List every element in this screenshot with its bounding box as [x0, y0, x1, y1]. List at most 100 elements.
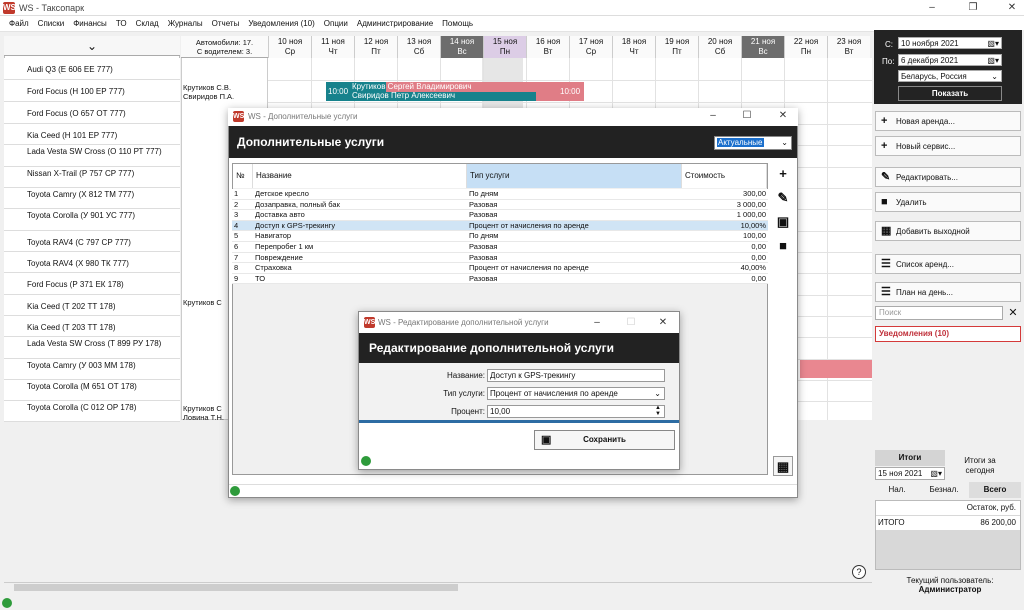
service-row[interactable]: 7 Повреждение Разовая 0,00	[232, 252, 768, 264]
date-column-header[interactable]: 11 ноя Чт	[311, 36, 354, 58]
menu-admin[interactable]: Администрирование	[357, 19, 433, 28]
date-column-header[interactable]: 14 ноя Вс	[440, 36, 483, 58]
minimize-icon[interactable]: –	[925, 2, 939, 14]
date-column-header[interactable]: 19 ноя Пт	[655, 36, 698, 58]
car-row[interactable]: Ford Focus (Н 100 ЕР 777)	[4, 80, 180, 102]
new-service-button[interactable]: + Новый сервис...	[875, 136, 1021, 156]
calendar-icon[interactable]: ▧▾	[930, 468, 942, 479]
service-row[interactable]: 1 Детское кресло По дням 300,00	[232, 189, 768, 200]
scrollbar-thumb[interactable]	[14, 584, 458, 591]
rental-list-button[interactable]: ☰ Список аренд...	[875, 254, 1021, 274]
close-icon[interactable]: ✕	[776, 110, 790, 122]
date-column-header[interactable]: 13 ноя Сб	[397, 36, 440, 58]
delete-button[interactable]: ■ Удалить	[875, 192, 1021, 212]
service-row[interactable]: 9 ТО Разовая 0,00	[232, 273, 768, 285]
car-row[interactable]: Toyota Corolla (У 901 УС 777)	[4, 209, 180, 231]
car-row[interactable]: Toyota Camry (Х 812 ТМ 777)	[4, 188, 180, 209]
tab-cash[interactable]: Нал.	[875, 482, 919, 498]
menu-journals[interactable]: Журналы	[168, 19, 203, 28]
show-button[interactable]: Показать	[898, 86, 1002, 101]
date-column-header[interactable]: 17 ноя Ср	[569, 36, 612, 58]
menu-help[interactable]: Помощь	[442, 19, 473, 28]
day-plan-button[interactable]: ☰ План на день...	[875, 282, 1021, 302]
region-select[interactable]: Беларусь, Россия ⌄	[898, 70, 1002, 82]
car-row[interactable]: Toyota Corolla (С 012 ОР 178)	[4, 401, 180, 422]
car-row[interactable]: Lada Vesta SW Cross (Т 899 РУ 178)	[4, 337, 180, 359]
search-input[interactable]: Поиск	[875, 306, 1003, 320]
col-num[interactable]: №	[233, 164, 253, 188]
add-icon[interactable]: +	[773, 164, 793, 184]
close-icon[interactable]: ✕	[656, 317, 670, 329]
col-name[interactable]: Название	[253, 164, 467, 188]
collapse-button[interactable]: ⌄	[4, 36, 180, 56]
help-icon[interactable]: ?	[852, 565, 866, 579]
menu-to[interactable]: ТО	[116, 19, 127, 28]
service-row[interactable]: 4 Доступ к GPS-трекингу Процент от начисле…	[232, 220, 768, 232]
filter-select[interactable]: Актуальные ⌄	[714, 136, 792, 150]
totals-today-link[interactable]: Итоги за сегодня	[950, 456, 1010, 476]
service-row[interactable]: 3 Доставка авто Разовая 1 000,00	[232, 210, 768, 221]
car-row[interactable]: Nissan X-Trail (Р 757 СР 777)	[4, 167, 180, 188]
service-row[interactable]: 5 Навигатор По дням 100,00	[232, 231, 768, 242]
excel-export-icon[interactable]: ▦	[773, 456, 793, 476]
name-field[interactable]: Доступ к GPS-трекингу	[487, 369, 665, 382]
add-day-off-button[interactable]: ▦ Добавить выходной	[875, 221, 1021, 241]
service-row[interactable]: 8 Страховка Процент от начисления по аренд…	[232, 263, 768, 274]
car-row[interactable]: Kia Ceed (Т 203 ТТ 178)	[4, 316, 180, 337]
car-row[interactable]: Lada Vesta SW Cross (О 110 РТ 777)	[4, 145, 180, 167]
menu-warehouse[interactable]: Склад	[136, 19, 159, 28]
stepper-icon[interactable]: ▲ ▼	[655, 405, 661, 417]
car-row[interactable]: Kia Ceed (Н 101 ЕР 777)	[4, 124, 180, 145]
percent-field[interactable]: 10,00 ▲ ▼	[487, 405, 665, 418]
car-row[interactable]: Toyota Camry (У 003 ММ 178)	[4, 359, 180, 380]
car-row[interactable]: Toyota Corolla (М 651 ОТ 178)	[4, 380, 180, 401]
menu-options[interactable]: Опции	[324, 19, 348, 28]
calendar-icon[interactable]: ▧▾	[987, 55, 999, 66]
notifications-link[interactable]: Уведомления (10)	[875, 326, 1021, 342]
restore-icon[interactable]: ❐	[966, 2, 980, 14]
archive-icon[interactable]: ▣	[773, 212, 793, 232]
to-date-field[interactable]: 6 декабря 2021 ▧▾	[898, 54, 1002, 66]
close-icon[interactable]: ✕	[1005, 2, 1019, 14]
edit-button[interactable]: ✎ Редактировать...	[875, 167, 1021, 187]
from-date-field[interactable]: 10 ноября 2021 ▧▾	[898, 37, 1002, 49]
service-row[interactable]: 6 Перепробег 1 км Разовая 0,00	[232, 242, 768, 253]
car-row[interactable]: Toyota RAV4 (Х 980 ТК 777)	[4, 252, 180, 273]
minimize-icon[interactable]: –	[590, 317, 604, 329]
totals-date-field[interactable]: 15 ноя 2021 ▧▾	[875, 467, 945, 480]
type-select[interactable]: Процент от начисления по аренде ⌄	[487, 387, 665, 400]
date-column-header[interactable]: 23 ноя Вт	[827, 36, 870, 58]
calendar-icon[interactable]: ▧▾	[987, 38, 999, 49]
car-row[interactable]: Ford Focus (О 657 ОТ 777)	[4, 102, 180, 124]
col-type[interactable]: Тип услуги	[467, 164, 682, 188]
clear-search-icon[interactable]: ✕	[1006, 306, 1020, 320]
tab-total[interactable]: Всего	[969, 482, 1021, 498]
trash-icon[interactable]: ■	[773, 236, 793, 256]
new-rental-button[interactable]: + Новая аренда...	[875, 111, 1021, 131]
car-row[interactable]: Ford Focus (Р 371 ЕК 178)	[4, 273, 180, 295]
booking-bar-2[interactable]	[800, 360, 872, 378]
date-column-header[interactable]: 16 ноя Вт	[526, 36, 569, 58]
menu-file[interactable]: Файл	[9, 19, 29, 28]
date-column-header[interactable]: 18 ноя Чт	[612, 36, 655, 58]
menu-reports[interactable]: Отчеты	[212, 19, 240, 28]
menu-finance[interactable]: Финансы	[73, 19, 107, 28]
tab-cashless[interactable]: Безнал.	[921, 482, 967, 498]
date-column-header[interactable]: 21 ноя Вс	[741, 36, 784, 58]
car-row[interactable]: Toyota RAV4 (С 797 СР 777)	[4, 231, 180, 252]
date-column-header[interactable]: 12 ноя Пт	[354, 36, 397, 58]
date-column-header[interactable]: 10 ноя Ср	[268, 36, 311, 58]
menu-notifications[interactable]: Уведомления (10)	[248, 19, 314, 28]
service-row[interactable]: 2 Дозаправка, полный бак Разовая 3 000,00	[232, 199, 768, 211]
pencil-icon[interactable]: ✎	[773, 188, 793, 208]
date-column-header[interactable]: 20 ноя Сб	[698, 36, 741, 58]
save-button[interactable]: ▣ Сохранить	[534, 430, 675, 450]
maximize-icon[interactable]: ☐	[740, 110, 754, 122]
col-cost[interactable]: Стоимость	[682, 164, 767, 188]
date-column-header[interactable]: 22 ноя Пн	[784, 36, 827, 58]
menu-lists[interactable]: Списки	[38, 19, 65, 28]
minimize-icon[interactable]: –	[706, 110, 720, 122]
car-row[interactable]: Audi Q3 (Е 606 ЕЕ 777)	[4, 58, 180, 80]
car-row[interactable]: Kia Ceed (Т 202 ТТ 178)	[4, 295, 180, 316]
date-column-header[interactable]: 15 ноя Пн	[483, 36, 526, 58]
